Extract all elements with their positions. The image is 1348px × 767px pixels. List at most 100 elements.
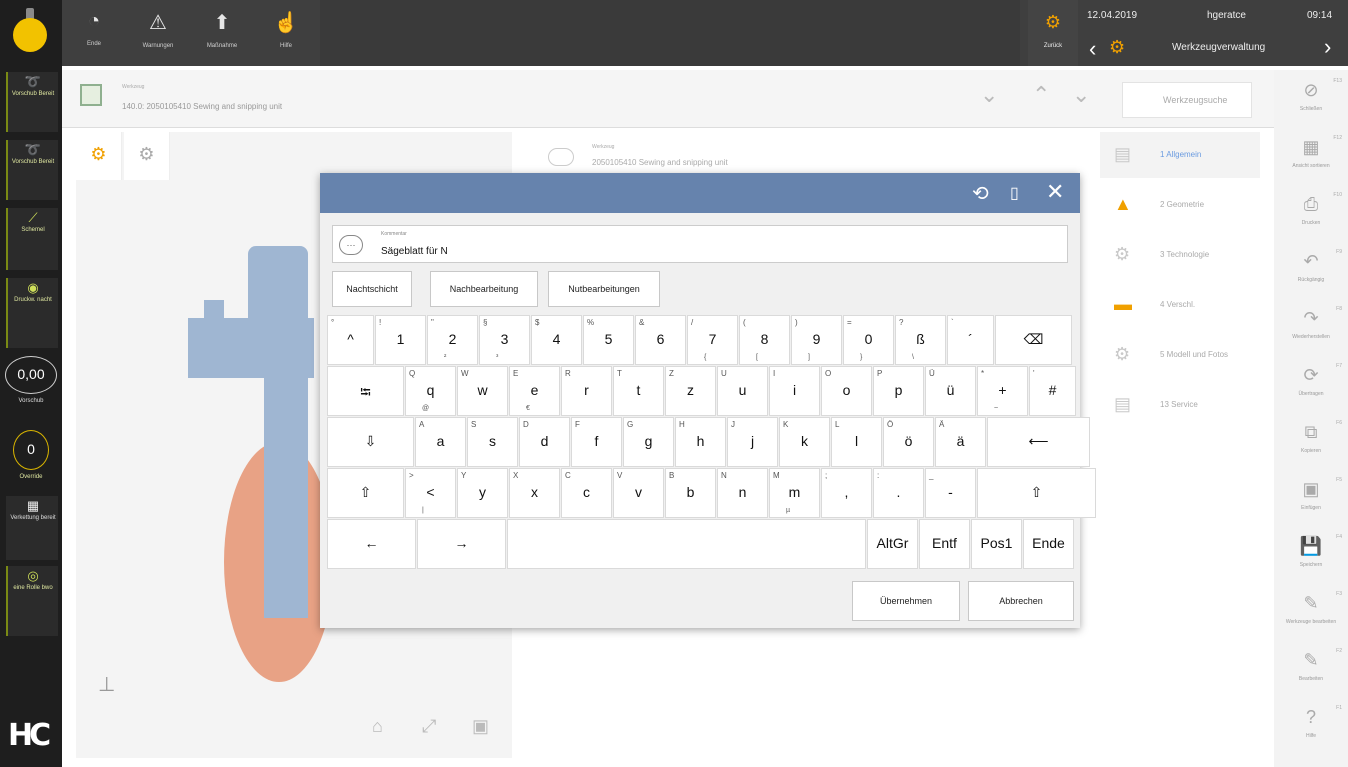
key[interactable]: zZ <box>665 366 716 416</box>
help-top-button[interactable]: ☝ Hilfe <box>254 0 318 66</box>
chain-ready-button[interactable]: ▦ Verkettung bereit <box>6 496 58 560</box>
key[interactable]: fF <box>571 417 622 467</box>
back-button[interactable]: ⚙ Zurück <box>1028 0 1078 66</box>
reel-button[interactable]: ◎ eine Rolle bwo <box>6 566 58 636</box>
key[interactable]: e E € <box>509 366 560 416</box>
tab-service[interactable]: ▤ 13 Service <box>1100 382 1260 428</box>
chip-nachtschicht[interactable]: Nachtschicht <box>332 271 412 307</box>
key[interactable]: tT <box>613 366 664 416</box>
chevron-right-icon[interactable]: › <box>1324 34 1331 60</box>
key[interactable]: 0 =} <box>843 315 894 365</box>
key[interactable]: cC <box>561 468 612 518</box>
key[interactable]: xX <box>509 468 560 518</box>
expand-icon[interactable]: ⌄ <box>980 82 998 108</box>
tab-wear[interactable]: ▬ 4 Verschl. <box>1100 282 1260 328</box>
zoom-fit-icon[interactable]: ⤢ <box>422 716 436 737</box>
key[interactable]: 7 / { <box>687 315 738 365</box>
tools-icon[interactable]: ⚙ <box>124 132 170 180</box>
key[interactable]: 1! <box>375 315 426 365</box>
sidebar-action-0[interactable]: ⊘ F13 Schließen <box>1280 74 1342 130</box>
key[interactable]: dD <box>519 417 570 467</box>
key[interactable]: 5% <box>583 315 634 365</box>
sidebar-action-5[interactable]: ⟳ F7 Übertragen <box>1280 359 1342 415</box>
key[interactable]: hH <box>675 417 726 467</box>
key[interactable]: # ' <box>1029 366 1076 416</box>
key[interactable]: 2 " ² <box>427 315 478 365</box>
key[interactable]: q Q @ <box>405 366 456 416</box>
chip-nutbearbeitungen[interactable]: Nutbearbeitungen <box>548 271 660 307</box>
feed-override-dial[interactable]: 0,00 <box>5 356 57 394</box>
key[interactable]: ⇩ <box>327 417 414 467</box>
key[interactable]: Ende <box>1023 519 1074 569</box>
tool-search-button[interactable]: Werkzeugsuche <box>1122 82 1252 118</box>
sidebar-action-4[interactable]: ↷ F8 Wiederherstellen <box>1280 302 1342 358</box>
key[interactable]: lL <box>831 417 882 467</box>
key[interactable]: 9)] <box>791 315 842 365</box>
sidebar-action-8[interactable]: 💾 F4 Speichern <box>1280 530 1342 586</box>
warnings-button[interactable]: ⚠ Warnungen <box>126 0 190 66</box>
key[interactable]: 3 § ³ <box>479 315 530 365</box>
status-lamp[interactable] <box>13 18 47 52</box>
key[interactable]: 8 ([ <box>739 315 790 365</box>
key[interactable]: gG <box>623 417 674 467</box>
sidebar-action-9[interactable]: ✎ F3 Werkzeuge bearbeiten <box>1280 587 1342 643</box>
key[interactable]: vV <box>613 468 664 518</box>
measure-button[interactable]: ⬆ Maßnahme <box>190 0 254 66</box>
sidebar-action-7[interactable]: ▣ F5 Einfügen <box>1280 473 1342 529</box>
key[interactable]: ´ ` <box>947 315 994 365</box>
key[interactable]: → <box>417 519 506 569</box>
key[interactable]: äÄ <box>935 417 986 467</box>
sidebar-action-6[interactable]: ⧉ F6 Kopieren <box>1280 416 1342 472</box>
key[interactable]: sS <box>467 417 518 467</box>
sidebar-action-10[interactable]: ✎ F2 Bearbeiten <box>1280 644 1342 700</box>
chip-nachbearbeitung[interactable]: Nachbearbeitung <box>430 271 538 307</box>
key[interactable]: ⇧ <box>977 468 1096 518</box>
chevron-down-icon[interactable]: ⌄ <box>1072 82 1090 108</box>
key[interactable]: aA <box>415 417 466 467</box>
key[interactable]: kK <box>779 417 830 467</box>
tab-geometry[interactable]: ▲ 2 Geometrie <box>1100 182 1260 228</box>
key[interactable]: bB <box>665 468 716 518</box>
tab-technology[interactable]: ⚙ 3 Technologie <box>1100 232 1260 278</box>
cancel-button[interactable]: Abbrechen <box>968 581 1074 621</box>
feed-ready-button-2[interactable]: ➰ Vorschub Bereit <box>6 140 58 200</box>
sidebar-action-3[interactable]: ↶ F9 Rückgängig <box>1280 245 1342 301</box>
key[interactable]: öÖ <box>883 417 934 467</box>
key[interactable]: ^ ° <box>327 315 374 365</box>
key[interactable]: uU <box>717 366 768 416</box>
key[interactable]: oO <box>821 366 872 416</box>
key[interactable]: 4 $ <box>531 315 582 365</box>
coolant-button[interactable]: ◉ Druckw. nacht <box>6 278 58 348</box>
end-button[interactable]: ◔ Ende <box>62 0 126 66</box>
key[interactable]: AltGr <box>867 519 918 569</box>
sidebar-action-1[interactable]: ▦ F12 Ansicht sortieren <box>1280 131 1342 187</box>
key[interactable]: < > | <box>405 468 456 518</box>
tab-general[interactable]: ▤ 1 Allgemein <box>1100 132 1260 178</box>
key[interactable]: ⟵ <box>987 417 1090 467</box>
sidebar-action-11[interactable]: ? F1 Hilfe <box>1280 701 1342 757</box>
spindle-override-dial[interactable]: 0 <box>13 430 49 470</box>
view-cube-icon[interactable]: ▣ <box>472 716 489 737</box>
key[interactable]: üÜ <box>925 366 976 416</box>
key[interactable]: - _ <box>925 468 976 518</box>
reset-icon[interactable]: ⟲ <box>972 181 989 206</box>
key[interactable]: ⭾ <box>327 366 404 416</box>
key[interactable]: Pos1 <box>971 519 1022 569</box>
key[interactable]: ,; <box>821 468 872 518</box>
key[interactable]: pP <box>873 366 924 416</box>
sidebar-action-2[interactable]: ⎙ F10 Drucken <box>1280 188 1342 244</box>
schemel-button[interactable]: ⟋ Schemel <box>6 208 58 270</box>
settings-icon[interactable]: ⚙ <box>76 132 122 180</box>
key[interactable]: nN <box>717 468 768 518</box>
key[interactable]: Entf <box>919 519 970 569</box>
key[interactable]: iI <box>769 366 820 416</box>
key[interactable]: mMµ <box>769 468 820 518</box>
chevron-left-icon[interactable]: ‹ <box>1089 36 1096 62</box>
key[interactable]: wW <box>457 366 508 416</box>
accept-button[interactable]: Übernehmen <box>852 581 960 621</box>
key[interactable] <box>507 519 866 569</box>
key[interactable]: .: <box>873 468 924 518</box>
feed-ready-button[interactable]: ➰ Vorschub Bereit <box>6 72 58 132</box>
key[interactable]: ⌫ <box>995 315 1072 365</box>
comment-field[interactable]: ··· Kommentar Sägeblatt für N <box>332 225 1068 263</box>
